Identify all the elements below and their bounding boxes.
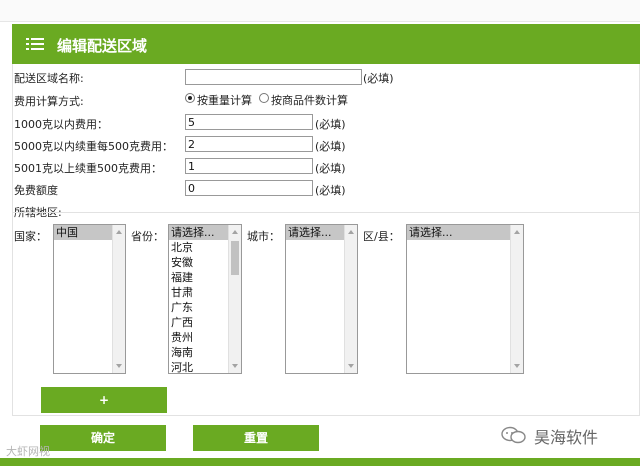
list-icon xyxy=(26,36,44,52)
country-scrollbar[interactable] xyxy=(112,225,125,373)
footer-strip xyxy=(0,458,640,466)
fee-1000g-required: (必填) xyxy=(315,118,346,131)
fee-5001g-label: 5001克以上续重500克费用： xyxy=(14,162,162,175)
area-name-label: 配送区域名称: xyxy=(14,72,84,85)
scroll-up-icon[interactable] xyxy=(348,230,354,234)
radio-by-weight-label: 按重量计算 xyxy=(197,94,252,107)
brand-logo: 昊海软件 xyxy=(500,422,630,448)
scroll-down-icon[interactable] xyxy=(514,364,520,368)
fee-5000g-label: 5000克以内续重每500克费用： xyxy=(14,140,173,153)
fee-5001g-required: (必填) xyxy=(315,162,346,175)
panel-header: 编辑配送区域 xyxy=(12,24,640,64)
radio-by-weight[interactable] xyxy=(185,93,195,103)
city-label: 城市： xyxy=(247,230,280,243)
fee-1000g-input[interactable] xyxy=(185,114,313,130)
free-quota-input[interactable] xyxy=(185,180,313,196)
county-scrollbar[interactable] xyxy=(510,225,523,373)
country-label: 国家： xyxy=(14,230,47,243)
scroll-up-icon[interactable] xyxy=(116,230,122,234)
confirm-button[interactable]: 确定 xyxy=(40,425,166,451)
scroll-up-icon[interactable] xyxy=(514,230,520,234)
city-listbox[interactable]: 请选择... xyxy=(285,224,358,374)
county-listbox[interactable]: 请选择... xyxy=(406,224,524,374)
scroll-down-icon[interactable] xyxy=(116,364,122,368)
province-label: 省份： xyxy=(131,230,164,243)
free-quota-label: 免费额度 xyxy=(14,184,58,197)
country-listbox[interactable]: 中国 xyxy=(53,224,126,374)
free-quota-required: (必填) xyxy=(315,184,346,197)
county-option[interactable]: 请选择... xyxy=(407,225,523,240)
fee-5000g-required: (必填) xyxy=(315,140,346,153)
region-divider xyxy=(12,212,640,213)
radio-by-quantity-label: 按商品件数计算 xyxy=(271,94,348,107)
scroll-down-icon[interactable] xyxy=(348,364,354,368)
fee-5000g-input[interactable] xyxy=(185,136,313,152)
fee-method-label: 费用计算方式: xyxy=(14,95,84,108)
province-scrollbar[interactable] xyxy=(228,225,241,373)
wechat-icon xyxy=(501,426,526,444)
watermark: 大虾网视 xyxy=(6,445,50,458)
area-name-input[interactable] xyxy=(185,69,362,85)
fee-5001g-input[interactable] xyxy=(185,158,313,174)
county-label: 区/县： xyxy=(363,230,400,243)
add-region-button[interactable]: + xyxy=(41,387,167,413)
province-listbox[interactable]: 请选择... 北京 安徽 福建 甘肃 广东 广西 贵州 海南 河北 xyxy=(168,224,242,374)
reset-button[interactable]: 重置 xyxy=(193,425,319,451)
scroll-thumb[interactable] xyxy=(231,241,239,275)
fee-1000g-label: 1000克以内费用： xyxy=(14,118,108,131)
page-title: 编辑配送区域 xyxy=(57,37,148,55)
scroll-up-icon[interactable] xyxy=(232,230,238,234)
area-name-required: (必填) xyxy=(363,72,394,85)
brand-name: 昊海软件 xyxy=(534,428,599,447)
radio-by-quantity[interactable] xyxy=(259,93,269,103)
top-strip xyxy=(0,0,640,22)
city-scrollbar[interactable] xyxy=(344,225,357,373)
scroll-down-icon[interactable] xyxy=(232,364,238,368)
